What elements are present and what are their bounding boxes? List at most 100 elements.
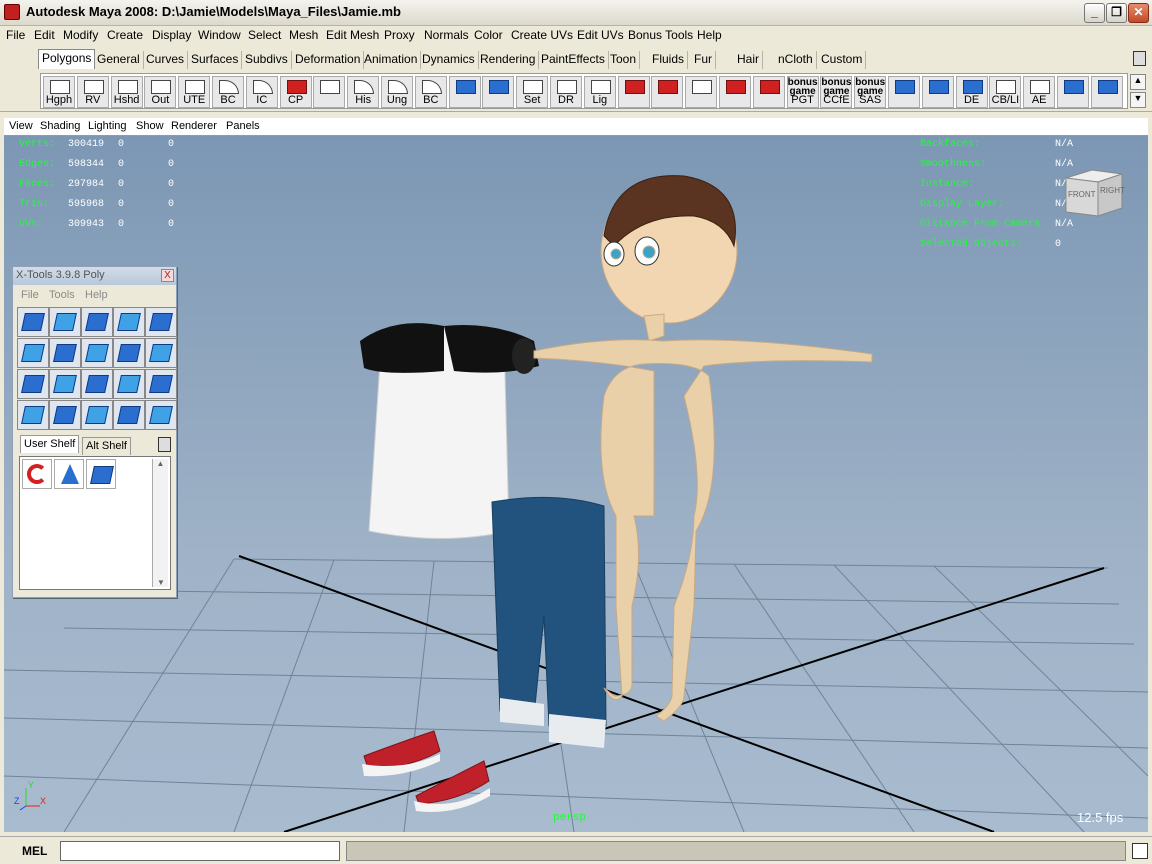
menu-create[interactable]: Create	[107, 28, 143, 42]
menu-window[interactable]: Window	[198, 28, 241, 42]
menu-bonus-tools[interactable]: Bonus Tools	[628, 28, 693, 42]
xtools-shelf-scrollbar[interactable]: ▲ ▼	[152, 459, 168, 587]
xtools-titlebar[interactable]: X-Tools 3.9.8 Poly	[13, 267, 176, 285]
shelf-trash-icon[interactable]	[1133, 51, 1146, 66]
merge-tool-icon[interactable]	[49, 400, 81, 430]
delete-icon[interactable]: DR	[550, 76, 582, 108]
panel-menu-renderer[interactable]: Renderer	[171, 120, 217, 132]
render-view-icon[interactable]: RV	[76, 76, 109, 108]
rotate-tool-icon[interactable]	[22, 459, 52, 489]
menu-select[interactable]: Select	[248, 28, 281, 42]
wire-cube-icon[interactable]	[313, 76, 346, 108]
pin-tool-icon[interactable]	[145, 307, 177, 337]
mel-label[interactable]: MEL	[22, 844, 47, 858]
curve-tool-icon[interactable]	[752, 76, 785, 108]
tab-hair[interactable]: Hair	[734, 51, 764, 69]
cv-curve-icon[interactable]	[1090, 76, 1123, 108]
xtools-tab-alt-shelf[interactable]: Alt Shelf	[82, 437, 131, 455]
trash-icon[interactable]	[158, 437, 171, 452]
cut-tool-icon[interactable]	[49, 338, 81, 368]
tab-custom[interactable]: Custom	[818, 51, 867, 69]
panel-menu-lighting[interactable]: Lighting	[88, 120, 127, 132]
tab-dynamics[interactable]: Dynamics	[419, 51, 479, 69]
menu-help[interactable]: Help	[697, 28, 722, 42]
tab-fur[interactable]: Fur	[691, 51, 716, 69]
panel-menu-show[interactable]: Show	[136, 120, 164, 132]
tab-surfaces[interactable]: Surfaces	[188, 51, 243, 69]
extrude-tool-icon[interactable]	[17, 307, 49, 337]
bevel-curve-icon[interactable]: BC	[414, 76, 447, 108]
plane-tool-icon[interactable]	[81, 307, 113, 337]
tab-polygons[interactable]: Polygons	[38, 49, 96, 69]
menu-create-uvs[interactable]: Create UVs	[511, 28, 573, 42]
xtools-menu-tools[interactable]: Tools	[49, 289, 75, 301]
split-tool-icon[interactable]	[49, 307, 81, 337]
history-icon[interactable]: His	[347, 76, 380, 108]
box-tool-icon[interactable]	[17, 400, 49, 430]
joint-icon[interactable]	[651, 76, 684, 108]
uv-texture-editor-icon[interactable]: UTE	[178, 76, 211, 108]
tab-toon[interactable]: Toon	[607, 51, 641, 69]
xtools-tab-user-shelf[interactable]: User Shelf	[20, 435, 80, 453]
ungroup-icon[interactable]: Ung	[381, 76, 413, 108]
menu-modify[interactable]: Modify	[63, 28, 98, 42]
isoparm-curve-icon[interactable]: IC	[245, 76, 278, 108]
tab-animation[interactable]: Animation	[361, 51, 422, 69]
panel-menu-panels[interactable]: Panels	[226, 120, 260, 132]
shelf-scroll-up-icon[interactable]: ▲	[1130, 74, 1146, 90]
weld-tool-icon[interactable]	[81, 400, 113, 430]
light-icon[interactable]: Lig	[583, 76, 616, 108]
tab-subdivs[interactable]: Subdivs	[242, 51, 292, 69]
xtools-window[interactable]: X-Tools 3.9.8 Poly X File Tools Help Use…	[12, 266, 177, 598]
tab-deformation[interactable]: Deformation	[292, 51, 365, 69]
scissors-tool-icon[interactable]	[145, 369, 177, 399]
maximize-icon[interactable]: ❐	[1106, 3, 1127, 23]
cylinder-tool-icon[interactable]	[113, 338, 145, 368]
menu-edit[interactable]: Edit	[34, 28, 55, 42]
menu-proxy[interactable]: Proxy	[384, 28, 415, 42]
menu-color[interactable]: Color	[474, 28, 503, 42]
spike-tool-icon[interactable]	[145, 338, 177, 368]
hypergraph-icon[interactable]: Hgph	[43, 76, 75, 108]
xtools-close-icon[interactable]: X	[161, 269, 174, 282]
xtools-menu-help[interactable]: Help	[85, 289, 108, 301]
shelf-scroll-down-icon[interactable]: ▼	[1130, 92, 1146, 108]
menu-normals[interactable]: Normals	[424, 28, 469, 42]
rotate-icon[interactable]	[617, 76, 650, 108]
panel-menu-view[interactable]: View	[9, 120, 33, 132]
menu-mesh[interactable]: Mesh	[289, 28, 318, 42]
menu-edit-uvs[interactable]: Edit UVs	[577, 28, 624, 42]
panel-menu-shading[interactable]: Shading	[40, 120, 80, 132]
poly-cylinder-icon[interactable]	[1057, 76, 1089, 108]
menu-file[interactable]: File	[6, 28, 25, 42]
menu-edit-mesh[interactable]: Edit Mesh	[326, 28, 379, 42]
bonus-game-pgt-icon[interactable]: bonus game PGT	[786, 76, 819, 108]
combine-icon[interactable]: CB/LI	[989, 76, 1022, 108]
bonus-game-sas-icon[interactable]: bonus game SAS	[854, 76, 887, 108]
brush-tool-icon[interactable]	[145, 400, 177, 430]
sphere-icon[interactable]	[482, 76, 515, 108]
xtools-menu-file[interactable]: File	[21, 289, 39, 301]
tab-fluids[interactable]: Fluids	[649, 51, 689, 69]
split-face-icon[interactable]	[86, 459, 116, 489]
tab-rendering[interactable]: Rendering	[477, 51, 540, 69]
tab-curves[interactable]: Curves	[143, 51, 189, 69]
delete-edge-icon[interactable]: DE	[955, 76, 988, 108]
attribute-editor-icon[interactable]: AE	[1023, 76, 1056, 108]
maya-app-icon[interactable]	[4, 4, 20, 20]
grid-tool-icon[interactable]	[113, 307, 145, 337]
outliner-icon[interactable]: Out	[144, 76, 177, 108]
script-editor-icon[interactable]	[1132, 843, 1148, 859]
cone-tool-icon[interactable]	[49, 369, 81, 399]
bonus-game-ccfe-icon[interactable]: bonus game CCfE	[820, 76, 853, 108]
tab-general[interactable]: General	[94, 51, 144, 69]
camera-icon[interactable]	[685, 76, 718, 108]
minimize-icon[interactable]: _	[1084, 3, 1105, 23]
bezier-curve-icon[interactable]: BC	[212, 76, 244, 108]
hypershade-icon[interactable]: Hshd	[110, 76, 143, 108]
close-icon[interactable]: ✕	[1128, 3, 1149, 23]
menu-display[interactable]: Display	[152, 28, 191, 42]
mirror-tool-icon[interactable]	[17, 369, 49, 399]
extrude-face-icon[interactable]	[888, 76, 920, 108]
split-poly-icon[interactable]	[921, 76, 954, 108]
